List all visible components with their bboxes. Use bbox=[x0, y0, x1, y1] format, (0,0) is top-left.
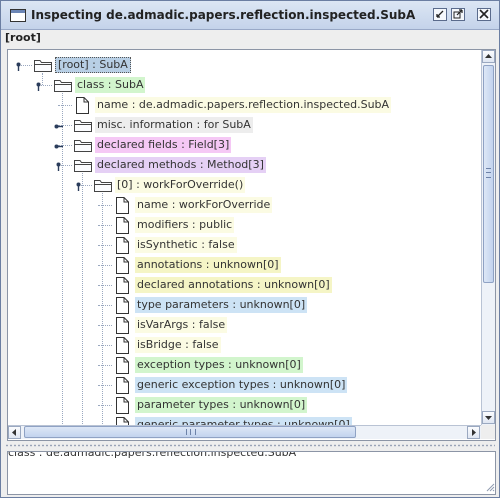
tree-node-label[interactable]: isVarArgs : false bbox=[135, 317, 228, 333]
folder-icon bbox=[34, 58, 52, 75]
tree-node[interactable]: generic exception types : unknown[0] bbox=[8, 376, 478, 395]
scroll-left-button[interactable] bbox=[8, 426, 21, 439]
close-icon[interactable] bbox=[477, 8, 491, 21]
tree-connector-line bbox=[98, 345, 112, 346]
file-icon bbox=[116, 257, 129, 277]
tree-node[interactable]: [root] : SubA bbox=[8, 56, 478, 75]
tree-node-label[interactable]: type parameters : unknown[0] bbox=[135, 297, 308, 313]
horizontal-scroll-thumb[interactable] bbox=[24, 426, 356, 438]
file-icon bbox=[116, 357, 129, 377]
tree-node[interactable]: generic parameter types : unknown[0] bbox=[8, 416, 478, 425]
tree-node-label[interactable]: exception types : unknown[0] bbox=[135, 357, 303, 373]
scroll-right-button[interactable] bbox=[467, 426, 480, 439]
tree-node[interactable]: annotations : unknown[0] bbox=[8, 256, 478, 275]
split-pane-divider[interactable] bbox=[1, 441, 499, 451]
vertical-scrollbar[interactable] bbox=[481, 50, 495, 425]
file-icon bbox=[116, 337, 129, 357]
tree-connector-line bbox=[98, 225, 112, 226]
file-icon bbox=[116, 197, 129, 217]
tree-connector-line bbox=[98, 285, 112, 286]
expand-handle-icon[interactable] bbox=[54, 141, 63, 150]
file-icon bbox=[116, 397, 129, 417]
tree-node[interactable]: type parameters : unknown[0] bbox=[8, 296, 478, 315]
tree-node[interactable]: isBridge : false bbox=[8, 336, 478, 355]
tree-node[interactable]: name : workForOverride bbox=[8, 196, 478, 215]
file-icon bbox=[116, 377, 129, 397]
tree-connector-line bbox=[98, 245, 112, 246]
file-icon bbox=[116, 317, 129, 337]
tree-node-label[interactable]: declared fields : Field[3] bbox=[95, 137, 232, 153]
file-icon bbox=[116, 237, 129, 257]
tree-node-label[interactable]: name : workForOverride bbox=[135, 197, 273, 213]
folder-icon bbox=[74, 138, 92, 155]
maximize-icon[interactable] bbox=[451, 8, 465, 21]
tree-node[interactable]: declared fields : Field[3] bbox=[8, 136, 478, 155]
tree-node-label[interactable]: name : de.admadic.papers.reflection.insp… bbox=[95, 97, 392, 113]
tree-connector-line bbox=[98, 265, 112, 266]
tree-node-label[interactable]: class : SubA bbox=[75, 77, 146, 93]
tree-connector-line bbox=[98, 365, 112, 366]
tree-node-label[interactable]: misc. information : for SubA bbox=[95, 117, 253, 133]
tree-node[interactable]: isVarArgs : false bbox=[8, 316, 478, 335]
folder-icon bbox=[74, 118, 92, 135]
object-tree[interactable]: [root] : SubA class : SubA name : de.admad… bbox=[8, 50, 481, 425]
scroll-corner bbox=[481, 425, 495, 439]
minimize-icon[interactable] bbox=[433, 8, 447, 21]
root-label: [root] bbox=[5, 31, 41, 44]
tree-node-label[interactable]: declared methods : Method[3] bbox=[95, 157, 266, 173]
collapse-handle-icon[interactable] bbox=[34, 81, 43, 91]
detail-text: class : de.admadic.papers.reflection.ins… bbox=[8, 451, 297, 459]
collapse-handle-icon[interactable] bbox=[14, 61, 23, 71]
title-bar[interactable]: Inspecting de.admadic.papers.reflection.… bbox=[1, 1, 499, 30]
tree-node-label[interactable]: isSynthetic : false bbox=[135, 237, 237, 253]
tree-node[interactable]: modifiers : public bbox=[8, 216, 478, 235]
file-icon bbox=[116, 297, 129, 317]
tree-connector-line bbox=[98, 385, 112, 386]
tree-connector-line bbox=[98, 325, 112, 326]
collapse-handle-icon[interactable] bbox=[74, 181, 83, 191]
tree-node-label[interactable]: isBridge : false bbox=[135, 337, 221, 353]
scroll-down-button[interactable] bbox=[482, 411, 495, 424]
tree-connector-line bbox=[98, 305, 112, 306]
tree-node-label[interactable]: modifiers : public bbox=[135, 217, 235, 233]
tree-node[interactable]: parameter types : unknown[0] bbox=[8, 396, 478, 415]
tree-node-label[interactable]: [0] : workForOverride() bbox=[115, 177, 246, 193]
tree-node[interactable]: name : de.admadic.papers.reflection.insp… bbox=[8, 96, 478, 115]
scroll-up-button[interactable] bbox=[482, 50, 495, 63]
tree-node-label[interactable]: annotations : unknown[0] bbox=[135, 257, 281, 273]
folder-icon bbox=[54, 78, 72, 95]
folder-icon bbox=[94, 178, 112, 195]
window-icon bbox=[10, 9, 26, 22]
tree-node[interactable]: isSynthetic : false bbox=[8, 236, 478, 255]
tree-connector-line bbox=[98, 405, 112, 406]
vertical-scroll-thumb[interactable] bbox=[483, 65, 494, 283]
detail-panel: class : de.admadic.papers.reflection.ins… bbox=[7, 451, 496, 495]
tree-panel: [root] : SubA class : SubA name : de.admad… bbox=[7, 49, 496, 441]
tree-node[interactable]: exception types : unknown[0] bbox=[8, 356, 478, 375]
inspector-window: Inspecting de.admadic.papers.reflection.… bbox=[0, 0, 500, 498]
tree-node-label[interactable]: generic exception types : unknown[0] bbox=[135, 377, 348, 393]
collapse-handle-icon[interactable] bbox=[54, 161, 63, 171]
tree-node-label[interactable]: declared annotations : unknown[0] bbox=[135, 277, 332, 293]
file-icon bbox=[116, 277, 129, 297]
tree-connector-line bbox=[58, 105, 72, 106]
file-icon bbox=[76, 97, 89, 117]
tree-node-label[interactable]: [root] : SubA bbox=[55, 57, 131, 73]
tree-node-label[interactable]: parameter types : unknown[0] bbox=[135, 397, 308, 413]
file-icon bbox=[116, 417, 129, 425]
resize-grip-icon[interactable] bbox=[485, 482, 495, 492]
folder-icon bbox=[74, 158, 92, 175]
horizontal-scrollbar[interactable] bbox=[8, 425, 481, 439]
expand-handle-icon[interactable] bbox=[54, 121, 63, 130]
file-icon bbox=[116, 217, 129, 237]
tree-node[interactable]: [0] : workForOverride() bbox=[8, 176, 478, 195]
window-title: Inspecting de.admadic.papers.reflection.… bbox=[31, 8, 416, 22]
tree-node[interactable]: declared annotations : unknown[0] bbox=[8, 276, 478, 295]
tree-node[interactable]: declared methods : Method[3] bbox=[8, 156, 478, 175]
tree-node[interactable]: misc. information : for SubA bbox=[8, 116, 478, 135]
tree-node[interactable]: class : SubA bbox=[8, 76, 478, 95]
tree-connector-line bbox=[98, 205, 112, 206]
tree-node-label[interactable]: generic parameter types : unknown[0] bbox=[135, 417, 352, 425]
